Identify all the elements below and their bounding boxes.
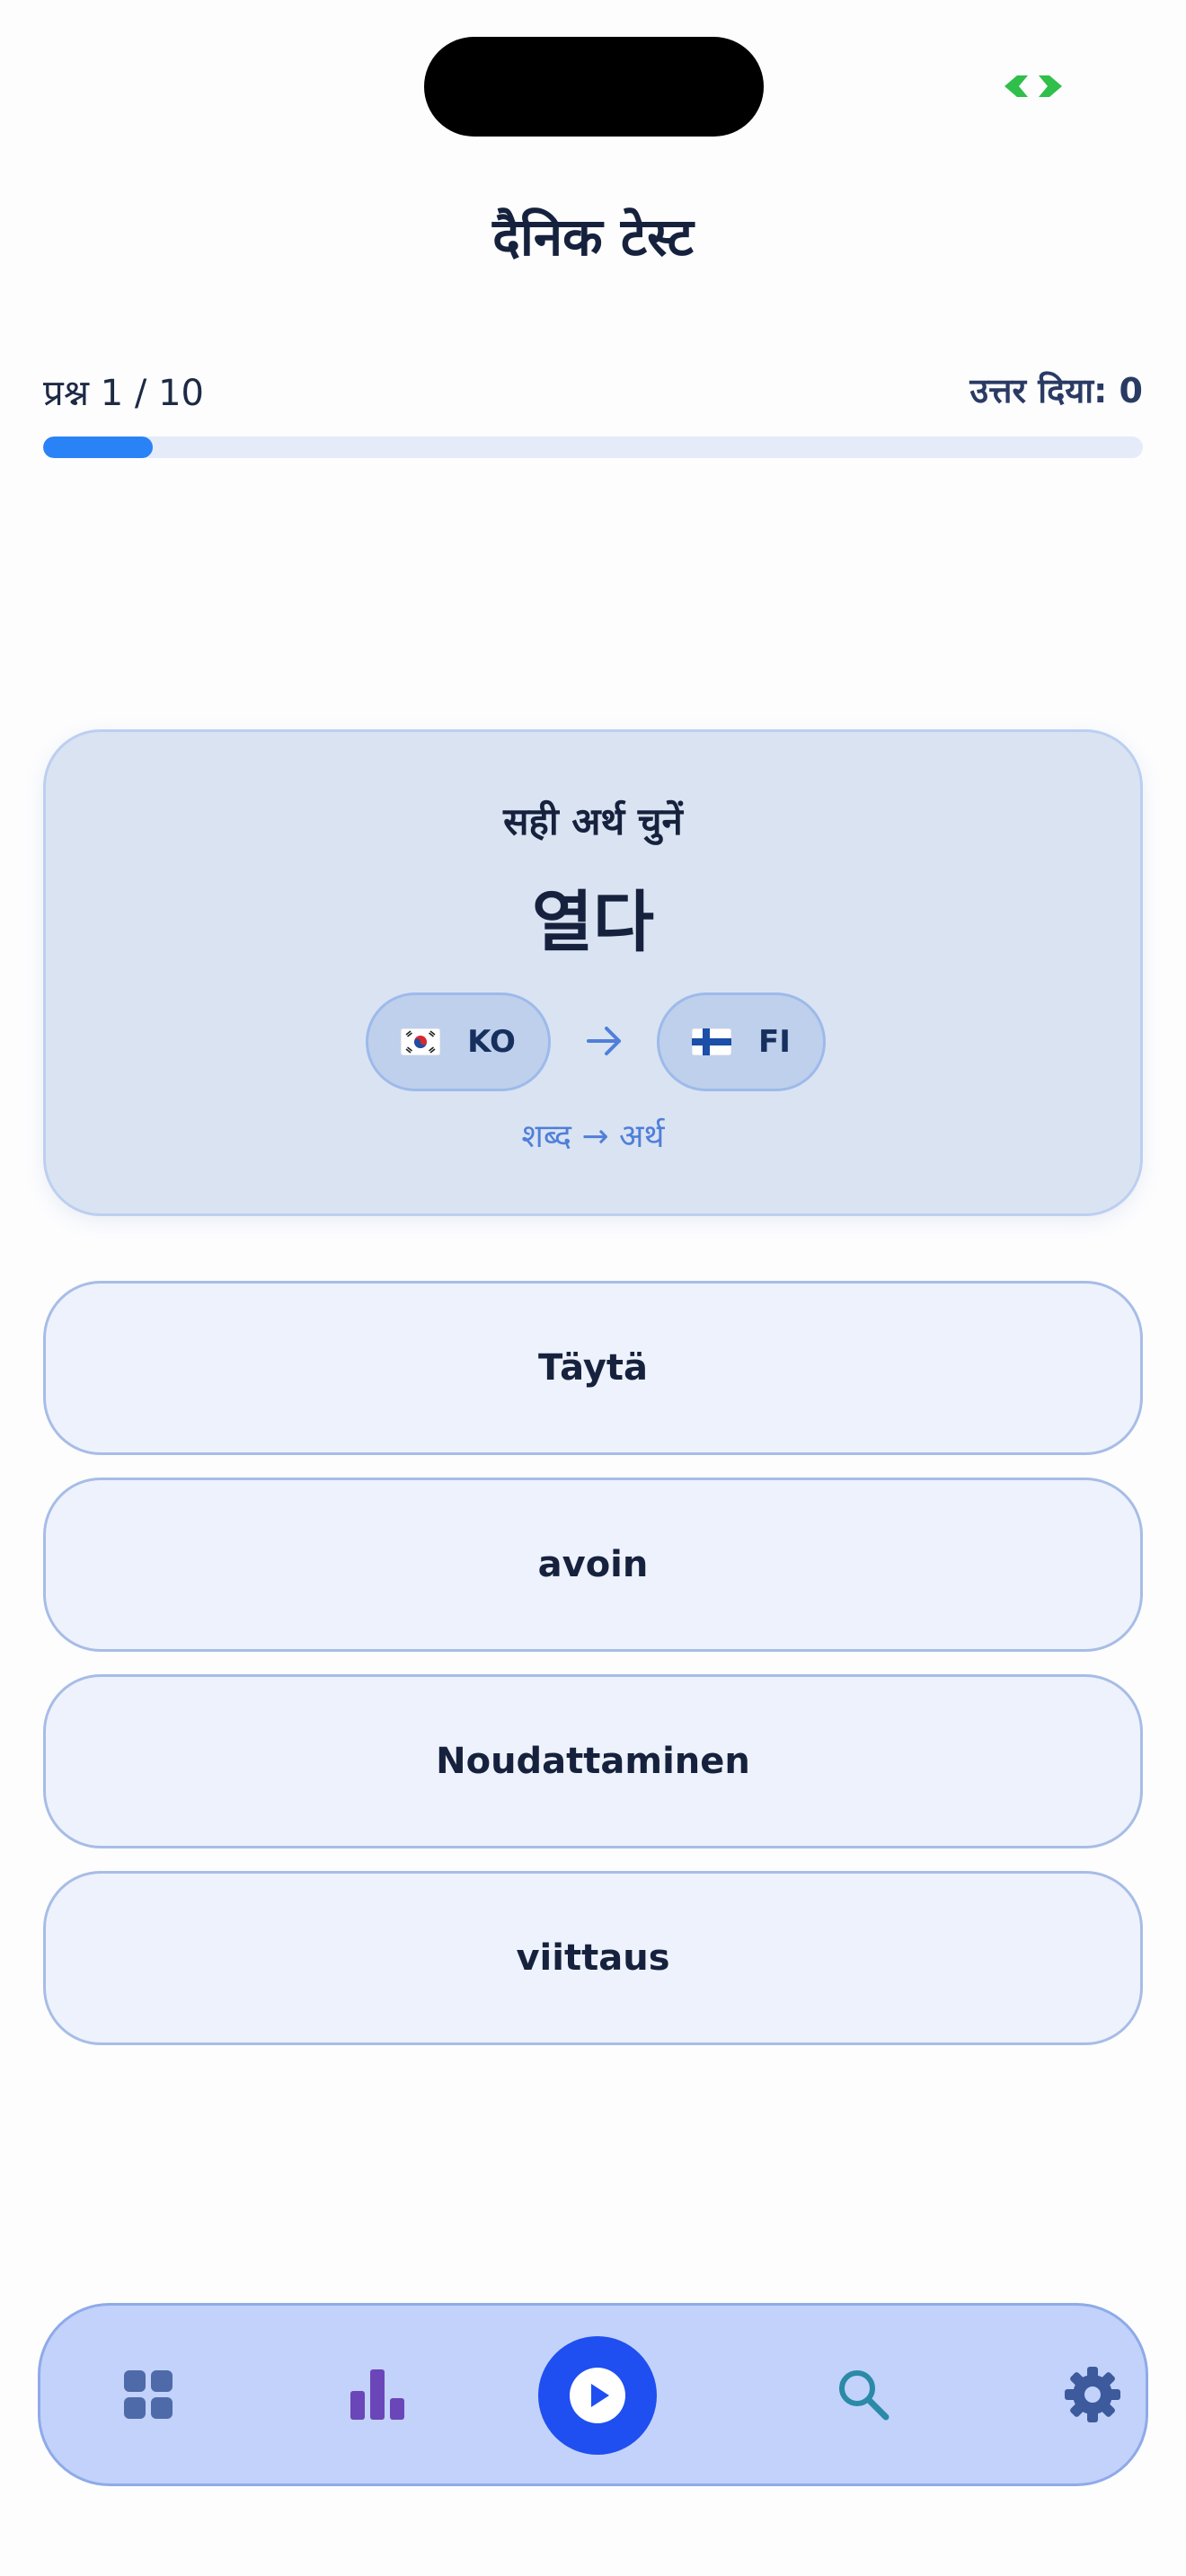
question-counter: प्रश्न 1 / 10 bbox=[43, 373, 205, 414]
gear-icon bbox=[1065, 2367, 1120, 2422]
south-korea-flag-icon bbox=[401, 1028, 441, 1055]
answered-count: उत्तर दिया: 0 bbox=[969, 371, 1143, 410]
source-language-pill: KO bbox=[366, 992, 551, 1091]
language-pair: KO FI bbox=[46, 992, 1140, 1091]
translation-direction: शब्द → अर्थ bbox=[521, 1118, 665, 1155]
question-prompt: सही अर्थ चुनें bbox=[503, 799, 683, 843]
source-language-code: KO bbox=[467, 1024, 516, 1060]
answer-option[interactable]: Noudattaminen bbox=[43, 1674, 1143, 1848]
bottom-nav bbox=[38, 2303, 1148, 2486]
progress-bar-fill bbox=[43, 437, 154, 458]
nav-home-button[interactable] bbox=[85, 2306, 211, 2483]
progress-bar bbox=[43, 437, 1143, 458]
play-icon bbox=[570, 2368, 625, 2423]
page-title: दैनिक टेस्ट bbox=[492, 207, 694, 268]
target-language-code: FI bbox=[758, 1024, 791, 1060]
arrow-right-icon bbox=[587, 1027, 621, 1055]
finland-flag-icon bbox=[692, 1028, 732, 1055]
answer-option[interactable]: avoin bbox=[43, 1478, 1143, 1652]
dynamic-island bbox=[424, 37, 764, 137]
grid-icon bbox=[124, 2370, 173, 2419]
nav-play-button[interactable] bbox=[538, 2336, 657, 2455]
answer-option[interactable]: Täytä bbox=[43, 1281, 1143, 1455]
nav-settings-button[interactable] bbox=[1030, 2306, 1155, 2483]
bar-chart-icon bbox=[350, 2369, 404, 2420]
search-icon bbox=[839, 2370, 890, 2421]
question-word: 열다 bbox=[531, 884, 655, 961]
nav-stats-button[interactable] bbox=[314, 2306, 440, 2483]
daily-test-screen: दैनिक टेस्ट प्रश्न 1 / 10 उत्तर दिया: 0 … bbox=[0, 0, 1186, 2576]
target-language-pill: FI bbox=[657, 992, 826, 1091]
question-card: सही अर्थ चुनें 열다 KO FI शब्द → अर्थ bbox=[43, 729, 1143, 1216]
answer-option[interactable]: viittaus bbox=[43, 1871, 1143, 2045]
streak-status-icon bbox=[1005, 75, 1062, 97]
nav-search-button[interactable] bbox=[801, 2306, 926, 2483]
